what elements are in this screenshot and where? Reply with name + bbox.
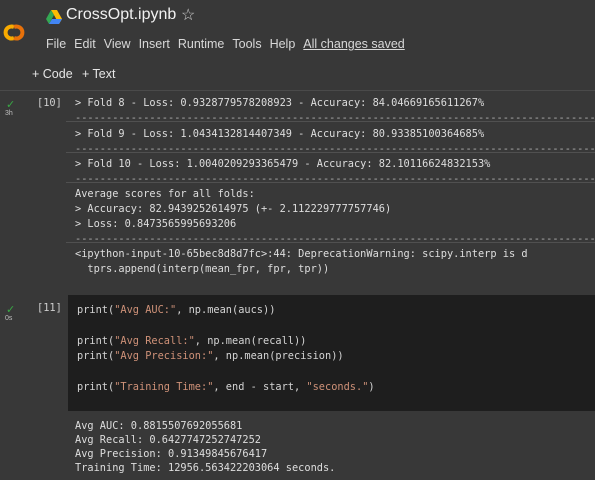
add-text-button[interactable]: + Text (82, 67, 115, 81)
dash-separator: ----------------------------------------… (75, 112, 595, 120)
fold-10-line: > Fold 10 - Loss: 1.0040209293365479 - A… (75, 158, 491, 170)
notebook-title[interactable]: CrossOpt.ipynb (66, 6, 176, 24)
add-code-button[interactable]: + Code (32, 67, 73, 81)
output-separator (66, 121, 595, 122)
dash-separator: ----------------------------------------… (75, 233, 595, 241)
toolbar-divider (0, 90, 595, 91)
output-separator (66, 182, 595, 183)
output-separator (66, 242, 595, 243)
avg-precision-output: Avg Precision: 0.91349845676417 (75, 448, 268, 460)
exec-count[interactable]: [10] (37, 97, 62, 109)
notebook-toolbar: + Code + Text (0, 60, 595, 90)
colab-logo-icon[interactable] (3, 24, 25, 41)
star-icon[interactable]: ☆ (181, 5, 195, 25)
menu-runtime[interactable]: Runtime (178, 37, 225, 51)
menu-insert[interactable]: Insert (139, 37, 170, 51)
menu-bar: File Edit View Insert Runtime Tools Help… (46, 37, 413, 51)
menu-edit[interactable]: Edit (74, 37, 96, 51)
menu-tools[interactable]: Tools (232, 37, 261, 51)
notebook-header: CrossOpt.ipynb ☆ File Edit View Insert R… (0, 0, 595, 58)
menu-help[interactable]: Help (270, 37, 296, 51)
code-line-3: print("Avg Precision:", np.mean(precisio… (77, 350, 344, 362)
fold-9-line: > Fold 9 - Loss: 1.0434132814407349 - Ac… (75, 128, 485, 140)
avg-auc-output: Avg AUC: 0.8815507692055681 (75, 420, 243, 432)
code-line-4: print("Training Time:", end - start, "se… (77, 381, 375, 393)
menu-view[interactable]: View (104, 37, 131, 51)
training-time-output: Training Time: 12956.563422203064 second… (75, 462, 336, 474)
avg-accuracy-line: > Accuracy: 82.9439252614975 (+- 2.11222… (75, 203, 392, 215)
avg-recall-output: Avg Recall: 0.6427747252747252 (75, 434, 261, 446)
exec-count[interactable]: [11] (37, 302, 62, 314)
save-status-link[interactable]: All changes saved (303, 37, 404, 51)
output-separator (66, 152, 595, 153)
deprecation-warning: <ipython-input-10-65bec8d8d7fc>:44: Depr… (75, 248, 528, 260)
avg-loss-line: > Loss: 0.8473565995693206 (75, 218, 237, 230)
cell-runtime: 0s (5, 315, 13, 322)
deprecation-warning-cont: tprs.append(interp(mean_fpr, fpr, tpr)) (75, 263, 330, 275)
fold-8-line: > Fold 8 - Loss: 0.9328779578208923 - Ac… (75, 97, 485, 109)
code-line-2: print("Avg Recall:", np.mean(recall)) (77, 335, 307, 347)
code-editor[interactable]: print("Avg AUC:", np.mean(aucs)) print("… (68, 295, 595, 411)
dash-separator: ----------------------------------------… (75, 143, 595, 151)
menu-file[interactable]: File (46, 37, 66, 51)
avg-header-line: Average scores for all folds: (75, 188, 255, 200)
dash-separator: ----------------------------------------… (75, 173, 595, 181)
cell-runtime: 3h (5, 110, 13, 117)
drive-icon (46, 10, 62, 24)
code-line-1: print("Avg AUC:", np.mean(aucs)) (77, 304, 276, 316)
